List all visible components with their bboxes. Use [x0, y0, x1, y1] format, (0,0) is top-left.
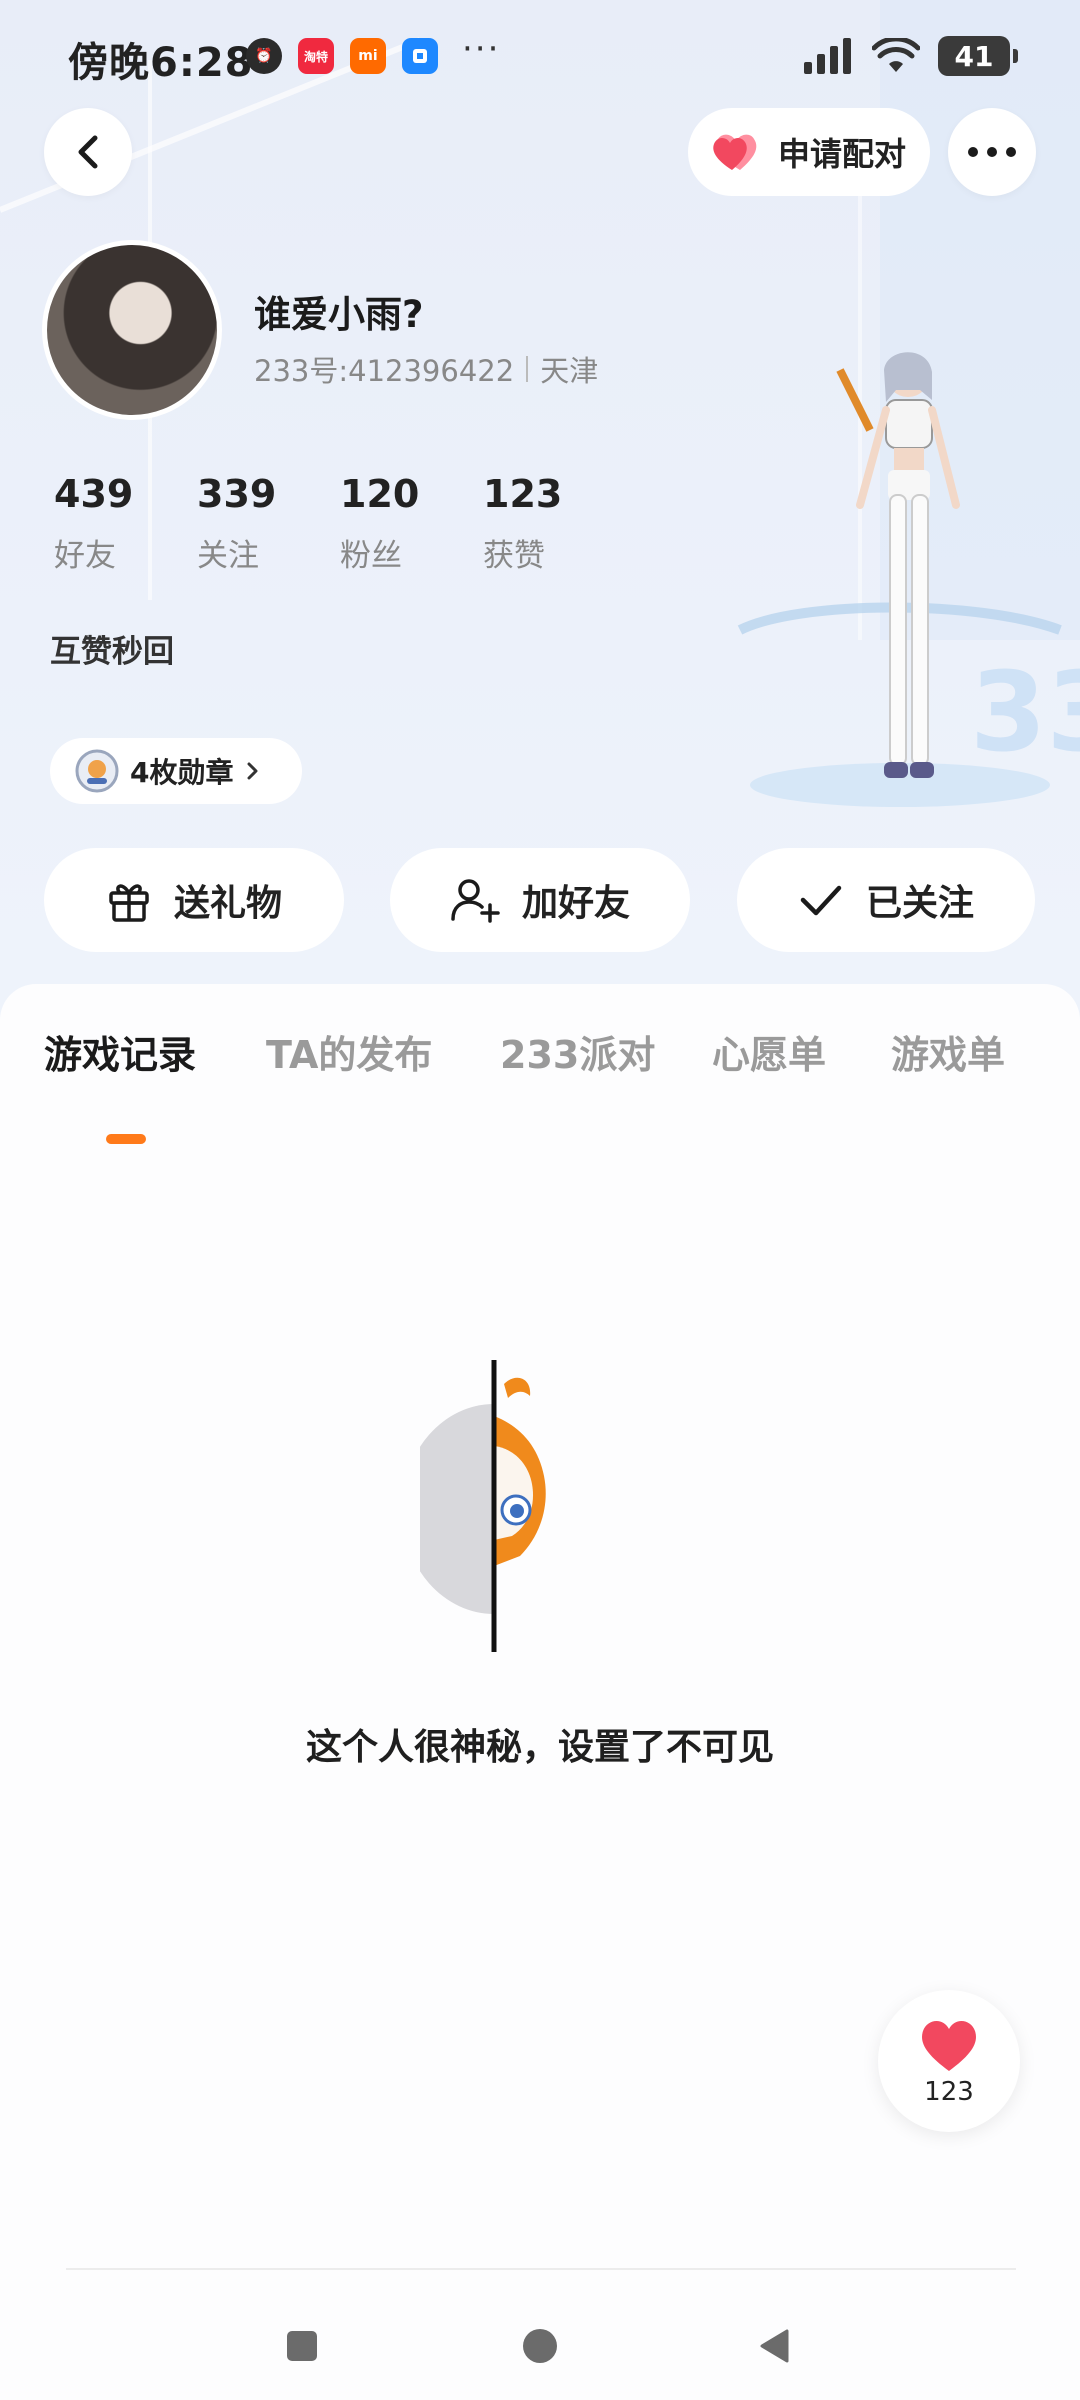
profile-tabs: 游戏记录 TA的发布 233派对 心愿单 游戏单	[0, 1024, 1080, 1144]
stat-fans[interactable]: 120 粉丝	[340, 472, 483, 575]
system-indicators: 41	[804, 36, 1018, 76]
status-bar: 傍晚6:28 ⏰ 淘特 mi ··· 41	[0, 0, 1080, 110]
stat-likes-count: 123	[483, 472, 563, 516]
request-pair-button[interactable]: 申请配对	[688, 108, 930, 196]
user-id-line: 233号:412396422 天津	[254, 348, 598, 390]
tab-game-list[interactable]: 游戏单	[891, 1024, 1005, 1079]
stat-fans-count: 120	[340, 472, 420, 516]
empty-state-message: 这个人很神秘，设置了不可见	[305, 1727, 774, 1768]
signal-icon	[804, 38, 851, 74]
back-button[interactable]	[44, 108, 132, 196]
followed-label: 已关注	[865, 883, 974, 924]
tab-ta-posts[interactable]: TA的发布	[266, 1024, 432, 1079]
like-count: 123	[924, 2077, 974, 2107]
stat-following-count: 339	[197, 472, 277, 516]
avatar-3d-figure[interactable]: 33	[720, 330, 1080, 830]
content-panel: 游戏记录 TA的发布 233派对 心愿单 游戏单 这个人很神秘，设置了不可见 1…	[0, 984, 1080, 2400]
medal-icon	[75, 749, 119, 793]
tab-233-party[interactable]: 233派对	[500, 1024, 655, 1079]
recent-apps-button[interactable]	[272, 2316, 332, 2376]
profile-page: 傍晚6:28 ⏰ 淘特 mi ··· 41 申请配对 谁爱小雨? 233号:41…	[0, 0, 1080, 2400]
medals-label: 4枚勋章	[130, 756, 234, 789]
request-pair-label: 申请配对	[778, 135, 907, 173]
square-icon	[287, 2331, 317, 2361]
heart-icon	[922, 2020, 976, 2071]
double-heart-icon	[713, 134, 757, 170]
mi-icon: mi	[350, 38, 386, 74]
stat-friends-count: 439	[54, 472, 134, 516]
tab-game-records[interactable]: 游戏记录	[44, 1024, 196, 1079]
stat-following[interactable]: 339 关注	[197, 472, 340, 575]
home-button[interactable]	[510, 2316, 570, 2376]
status-time: 傍晚6:28	[68, 40, 254, 86]
hidden-content-illustration	[420, 1360, 546, 1652]
app-cube-icon	[402, 38, 438, 74]
medals-chip[interactable]: 4枚勋章	[50, 738, 302, 804]
user-avatar[interactable]	[42, 240, 222, 420]
tab-wishlist[interactable]: 心愿单	[712, 1024, 826, 1079]
user-signature: 互赞秒回	[50, 634, 174, 670]
battery-indicator: 41	[938, 36, 1018, 76]
stat-friends-label: 好友	[54, 538, 116, 574]
wifi-icon	[872, 38, 920, 72]
stat-likes-label: 获赞	[483, 538, 545, 574]
notification-icons: ⏰ 淘特 mi ···	[246, 29, 500, 74]
send-gift-label: 送礼物	[173, 883, 282, 924]
stat-following-label: 关注	[197, 538, 259, 574]
chevron-right-icon	[247, 762, 258, 780]
more-notifications-icon: ···	[462, 29, 501, 69]
active-tab-indicator	[106, 1134, 146, 1144]
user-nickname: 谁爱小雨?	[254, 293, 424, 336]
like-floating-button[interactable]: 123	[878, 1990, 1020, 2132]
svg-text:33: 33	[970, 648, 1080, 776]
add-friend-label: 加好友	[521, 883, 630, 924]
nav-divider	[66, 2268, 1016, 2270]
stat-likes[interactable]: 123 获赞	[483, 472, 626, 575]
followed-button[interactable]: 已关注	[737, 848, 1035, 952]
gift-icon	[109, 884, 149, 922]
nav-back-button[interactable]	[744, 2316, 804, 2376]
add-friend-button[interactable]: 加好友	[390, 848, 690, 952]
profile-stats: 439 好友 339 关注 120 粉丝 123 获赞	[54, 472, 626, 575]
stat-fans-label: 粉丝	[340, 538, 402, 574]
user-location: 天津	[540, 354, 599, 388]
more-dots-icon	[968, 147, 1016, 157]
triangle-back-icon	[760, 2329, 789, 2363]
circle-icon	[523, 2329, 557, 2363]
more-options-button[interactable]	[948, 108, 1036, 196]
taote-icon: 淘特	[298, 38, 334, 74]
alarm-icon: ⏰	[246, 38, 282, 74]
stat-friends[interactable]: 439 好友	[54, 472, 197, 575]
chevron-left-icon	[78, 135, 98, 169]
checkmark-icon	[800, 885, 842, 916]
user-id: 233号:412396422	[254, 354, 515, 388]
send-gift-button[interactable]: 送礼物	[44, 848, 344, 952]
add-user-icon	[451, 879, 500, 923]
id-location-divider	[526, 356, 529, 382]
